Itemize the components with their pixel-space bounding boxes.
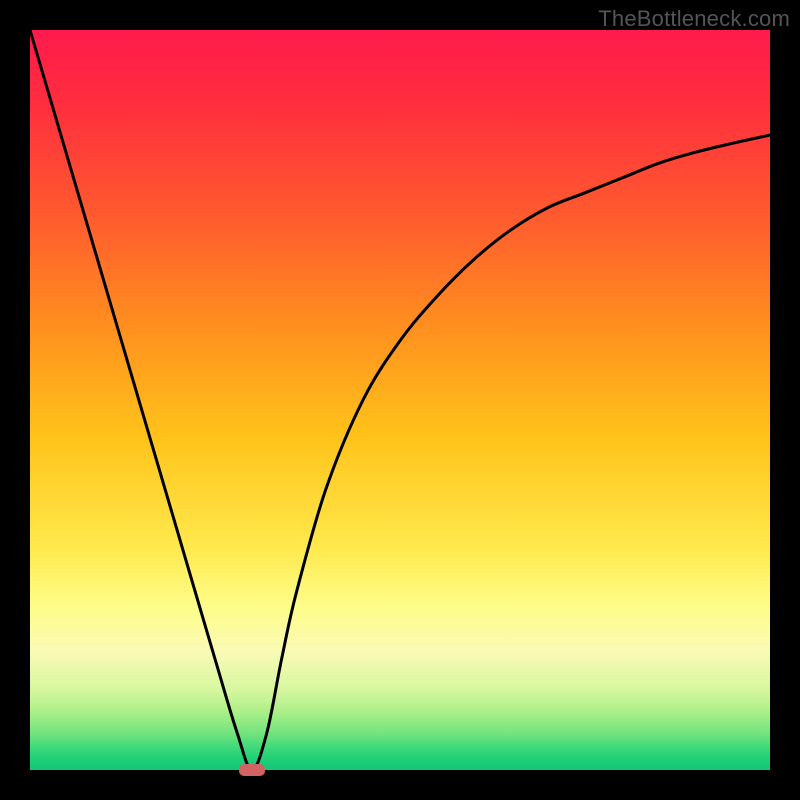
series-curve: [30, 30, 770, 770]
chart-frame: TheBottleneck.com: [0, 0, 800, 800]
chart-svg: [30, 30, 770, 770]
watermark-text: TheBottleneck.com: [598, 6, 790, 32]
min-marker: [239, 764, 265, 776]
plot-area: [30, 30, 770, 770]
